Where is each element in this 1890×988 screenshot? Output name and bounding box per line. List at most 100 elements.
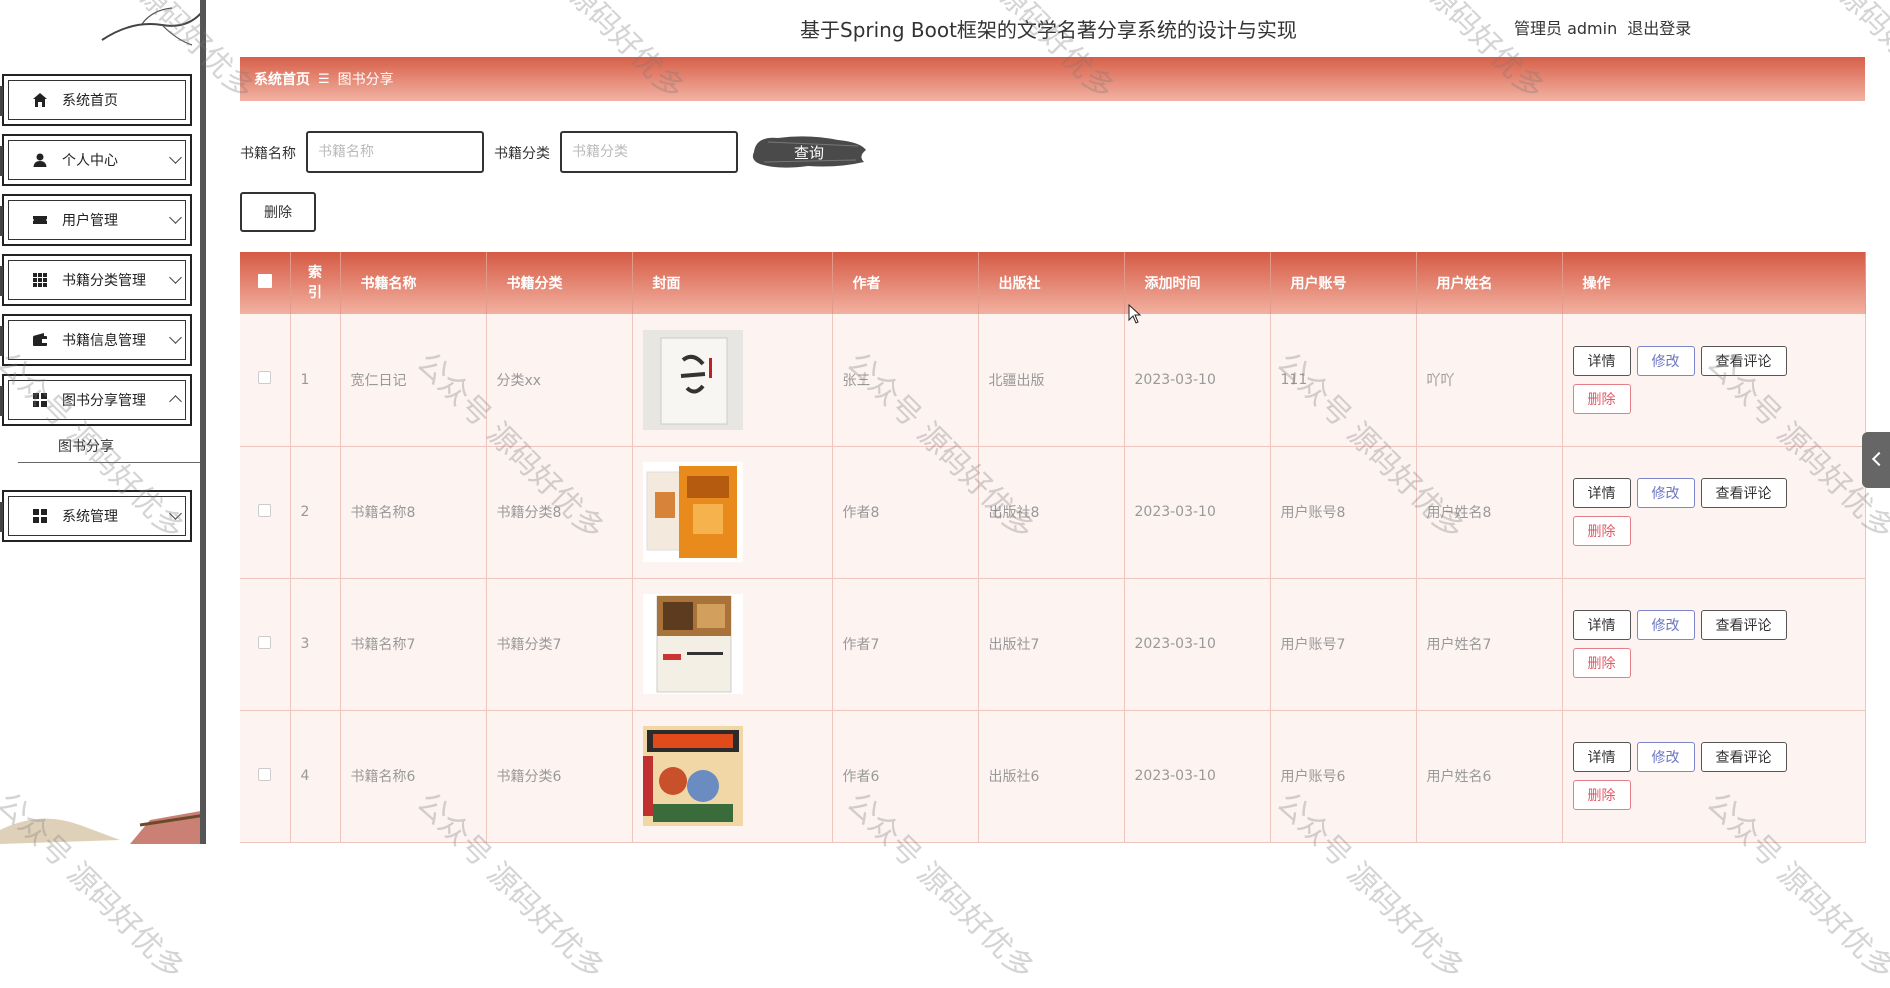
- wallet-icon: [33, 333, 47, 346]
- book-name-input[interactable]: [306, 131, 484, 173]
- grid-icon: [33, 273, 47, 287]
- delete-button[interactable]: 删除: [1572, 780, 1631, 810]
- sidebar-item-home[interactable]: 系统首页: [0, 74, 192, 126]
- detail-button[interactable]: 详情: [1572, 478, 1631, 508]
- publisher-cell: 出版社7: [978, 578, 1125, 711]
- author-cell: 作者7: [832, 578, 979, 711]
- book-category-cell: 书籍分类7: [486, 578, 633, 711]
- edit-button[interactable]: 修改: [1636, 478, 1695, 508]
- column-header-added-time: 添加时间: [1124, 252, 1271, 314]
- delete-button[interactable]: 删除: [1572, 516, 1631, 546]
- row-checkbox-cell: [240, 446, 291, 579]
- sidebar-subitem-book-share[interactable]: 图书分享: [58, 436, 114, 456]
- book-cover-image[interactable]: [642, 726, 743, 826]
- column-header-index-line2: 引: [308, 285, 322, 301]
- book-category-cell: 书籍分类8: [486, 446, 633, 579]
- column-header-index-line1: 索: [308, 265, 322, 281]
- row-index: 4: [290, 710, 341, 843]
- sidebar-item-label: 系统管理: [62, 509, 118, 525]
- batch-delete-button[interactable]: 删除: [240, 192, 316, 232]
- book-cover-image[interactable]: [642, 594, 743, 694]
- chevron-up-icon: [169, 395, 182, 408]
- row-checkbox[interactable]: [258, 503, 272, 517]
- edit-button[interactable]: 修改: [1636, 610, 1695, 640]
- edit-button[interactable]: 修改: [1636, 742, 1695, 772]
- breadcrumb: 系统首页 ☰ 图书分享: [240, 57, 1865, 101]
- user-area: 管理员 admin 退出登录: [1514, 15, 1691, 39]
- user-name-cell: 用户姓名6: [1416, 710, 1563, 843]
- author-cell: 张三: [832, 314, 979, 447]
- view-comments-button[interactable]: 查看评论: [1700, 610, 1787, 640]
- book-cover-image[interactable]: [642, 462, 743, 562]
- cover-cell: [632, 446, 833, 579]
- chevron-down-icon: [169, 507, 182, 520]
- column-header-author: 作者: [832, 252, 979, 314]
- delete-button[interactable]: 删除: [1572, 648, 1631, 678]
- chevron-down-icon: [169, 211, 182, 224]
- view-comments-button[interactable]: 查看评论: [1700, 742, 1787, 772]
- actions-cell: 详情 修改 查看评论 删除: [1562, 446, 1866, 579]
- actions-cell: 详情 修改 查看评论 删除: [1562, 314, 1866, 447]
- book-category-cell: 分类xx: [486, 314, 633, 447]
- detail-button[interactable]: 详情: [1572, 610, 1631, 640]
- sidebar-item-book-info-management[interactable]: 书籍信息管理: [0, 314, 192, 366]
- query-button[interactable]: 查询: [748, 132, 870, 172]
- edit-button[interactable]: 修改: [1636, 345, 1695, 376]
- collapse-panel-tab[interactable]: [1862, 432, 1890, 488]
- publisher-cell: 出版社8: [978, 446, 1125, 579]
- row-checkbox[interactable]: [258, 635, 272, 649]
- sidebar-item-user-management[interactable]: 用户管理: [0, 194, 192, 246]
- actions-cell: 详情 修改 查看评论 删除: [1562, 578, 1866, 711]
- row-index: 2: [290, 446, 341, 579]
- palace-roof-decoration: [0, 811, 200, 844]
- current-user: 管理员 admin: [1514, 19, 1618, 38]
- sidebar-item-book-category-management[interactable]: 书籍分类管理: [0, 254, 192, 306]
- book-category-input[interactable]: [560, 131, 738, 173]
- table-row: 1 宽仁日记 分类xx 张三 北疆出版 2023-03-10 111 吖吖 详情…: [240, 314, 1866, 447]
- sidebar-item-book-share-management[interactable]: 图书分享管理: [0, 374, 192, 426]
- menu-separator-icon: ☰: [318, 71, 330, 87]
- sidebar-item-system-management[interactable]: 系统管理: [0, 490, 192, 542]
- select-all-checkbox[interactable]: [240, 252, 291, 314]
- detail-button[interactable]: 详情: [1572, 742, 1631, 772]
- cover-cell: [632, 710, 833, 843]
- added-time-cell: 2023-03-10: [1124, 578, 1271, 711]
- breadcrumb-current: 图书分享: [337, 72, 394, 88]
- table-row: 3 书籍名称7 书籍分类7 作者7 出版社7 2023-03-10 用户账号7 …: [240, 578, 1866, 711]
- column-header-index: 索引: [290, 252, 341, 314]
- row-checkbox[interactable]: [258, 767, 272, 781]
- user-name-cell: 用户姓名8: [1416, 446, 1563, 579]
- plum-branch-decoration: [101, 7, 200, 46]
- added-time-cell: 2023-03-10: [1124, 314, 1271, 447]
- view-comments-button[interactable]: 查看评论: [1700, 478, 1787, 508]
- sidebar-item-label: 书籍信息管理: [62, 333, 146, 349]
- book-name-cell: 书籍名称6: [340, 710, 487, 843]
- logout-link[interactable]: 退出登录: [1627, 15, 1691, 39]
- book-name-cell: 书籍名称7: [340, 578, 487, 711]
- column-header-book-category: 书籍分类: [486, 252, 633, 314]
- apps-icon: [33, 393, 47, 407]
- book-cover-image[interactable]: [642, 329, 743, 430]
- detail-button[interactable]: 详情: [1572, 345, 1631, 376]
- delete-button[interactable]: 删除: [1572, 383, 1631, 414]
- publisher-cell: 北疆出版: [978, 314, 1125, 447]
- publisher-cell: 出版社6: [978, 710, 1125, 843]
- author-cell: 作者6: [832, 710, 979, 843]
- column-header-actions: 操作: [1562, 252, 1866, 314]
- author-cell: 作者8: [832, 446, 979, 579]
- mouse-cursor-icon: [1128, 304, 1142, 324]
- view-comments-button[interactable]: 查看评论: [1700, 345, 1787, 376]
- row-checkbox-cell: [240, 314, 291, 447]
- breadcrumb-home[interactable]: 系统首页: [254, 69, 310, 89]
- table-row: 2 书籍名称8 书籍分类8 作者8 出版社8 2023-03-10 用户账号8 …: [240, 446, 1866, 579]
- chevron-down-icon: [169, 271, 182, 284]
- divider: [18, 462, 200, 463]
- row-checkbox[interactable]: [258, 371, 272, 385]
- user-name-cell: 吖吖: [1416, 314, 1563, 447]
- book-category-cell: 书籍分类6: [486, 710, 633, 843]
- book-category-label: 书籍分类: [494, 146, 550, 162]
- sidebar-item-personal-center[interactable]: 个人中心: [0, 134, 192, 186]
- user-account-cell: 111: [1270, 314, 1417, 447]
- chevron-down-icon: [169, 331, 182, 344]
- column-header-user-account: 用户账号: [1270, 252, 1417, 314]
